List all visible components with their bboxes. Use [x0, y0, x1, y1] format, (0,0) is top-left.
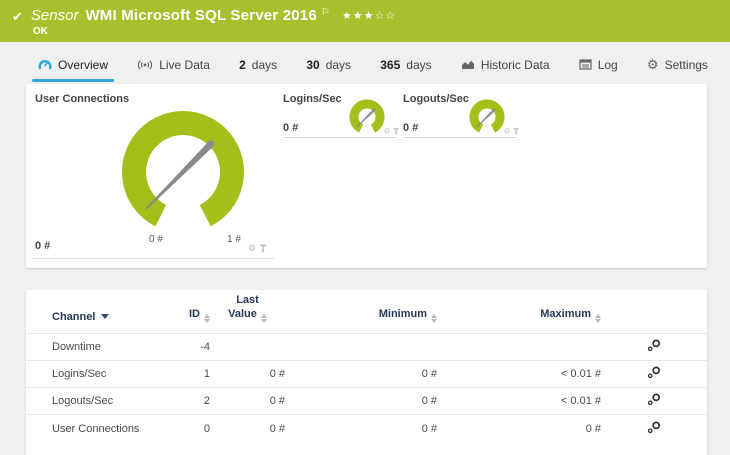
channels-table: Channel ID Last Value Minimum Maximum Do…: [26, 290, 707, 442]
primary-gauge-value: 0 #: [35, 240, 51, 252]
table-row: Downtime -4: [26, 333, 707, 361]
sort-caret-icon: [101, 314, 110, 320]
channel-id: 0: [146, 414, 210, 442]
channel-last-value: [210, 333, 285, 361]
col-header-maximum[interactable]: Maximum: [437, 290, 601, 334]
priority-stars[interactable]: ★★★☆☆: [342, 9, 396, 22]
logouts-gauge-value: 0 #: [403, 122, 419, 134]
channel-last-value: 0 #: [210, 360, 285, 388]
logins-gauge-title: Logins/Sec: [283, 93, 342, 105]
tab-30-days[interactable]: 30 days: [298, 53, 359, 80]
pin-icon[interactable]: [259, 244, 267, 253]
tab-live-data[interactable]: Live Data: [129, 53, 218, 80]
channel-minimum: 0 #: [285, 387, 437, 415]
status-check-icon: ✔: [12, 9, 23, 24]
pin-icon[interactable]: [513, 128, 520, 136]
channel-maximum: < 0.01 #: [437, 360, 601, 388]
channel-settings-icon[interactable]: [647, 421, 661, 434]
pin-icon[interactable]: [393, 128, 400, 136]
table-row: User Connections 0 0 # 0 # 0 #: [26, 414, 707, 442]
channel-minimum: 0 #: [285, 360, 437, 388]
channel-maximum: 0 #: [437, 414, 601, 442]
table-row: Logouts/Sec 2 0 # 0 # < 0.01 #: [26, 387, 707, 415]
tab-log[interactable]: Log: [571, 53, 626, 80]
flag-icon[interactable]: ⚐: [321, 7, 330, 18]
channel-last-value: 0 #: [210, 387, 285, 415]
logouts-gauge-tools: ⚙: [503, 127, 520, 136]
broadcast-icon: [138, 59, 153, 70]
sort-icon: [260, 313, 267, 324]
channel-maximum: [437, 333, 601, 361]
tab-365-days[interactable]: 365 days: [372, 53, 439, 80]
channel-maximum: < 0.01 #: [437, 387, 601, 415]
col-header-tools: [601, 290, 707, 334]
sensor-title: WMI Microsoft SQL Server 2016: [85, 7, 317, 24]
logins-gauge-tools: ⚙: [383, 127, 400, 136]
sort-icon: [204, 313, 210, 324]
channel-minimum: 0 #: [285, 414, 437, 442]
log-icon: [579, 59, 592, 70]
col-header-id[interactable]: ID: [146, 290, 210, 334]
channels-panel: Channel ID Last Value Minimum Maximum Do…: [26, 290, 707, 455]
tab-bar: Overview Live Data 2 days 30 days 365 days …: [30, 52, 716, 82]
channel-last-value: 0 #: [210, 414, 285, 442]
gear-icon[interactable]: ⚙: [248, 244, 256, 253]
gear-icon[interactable]: ⚙: [503, 127, 510, 136]
gear-icon[interactable]: ⚙: [383, 127, 390, 136]
divider: [283, 137, 397, 138]
tab-settings[interactable]: ⚙ Settings: [639, 53, 716, 80]
logins-gauge: [349, 99, 385, 133]
channel-name[interactable]: User Connections: [26, 414, 146, 442]
sensor-header: ✔ Sensor WMI Microsoft SQL Server 2016 ⚐…: [0, 0, 730, 42]
primary-gauge-tools: ⚙: [248, 244, 267, 253]
primary-gauge-title: User Connections: [35, 93, 130, 105]
channel-name[interactable]: Logouts/Sec: [26, 387, 146, 415]
gauge-icon: [38, 60, 52, 70]
col-header-channel[interactable]: Channel: [26, 290, 146, 334]
col-header-last-value[interactable]: Last Value: [210, 290, 285, 334]
channel-id: 2: [146, 387, 210, 415]
tab-overview[interactable]: Overview: [30, 53, 116, 82]
tab-2-days[interactable]: 2 days: [231, 53, 285, 80]
area-chart-icon: [461, 60, 474, 69]
channel-settings-icon[interactable]: [647, 339, 661, 352]
sensor-type-label: Sensor: [30, 7, 79, 24]
gauges-panel: User Connections 0 # 1 # 0 # ⚙ Logins/Se…: [26, 84, 707, 268]
channel-settings-icon[interactable]: [647, 366, 661, 379]
status-badge: OK: [32, 26, 48, 37]
primary-gauge-scale-min: 0 #: [149, 234, 163, 245]
channel-settings-icon[interactable]: [647, 393, 661, 406]
logins-gauge-value: 0 #: [283, 122, 299, 134]
sort-icon: [595, 313, 601, 324]
table-row: Logins/Sec 1 0 # 0 # < 0.01 #: [26, 360, 707, 388]
channel-minimum: [285, 333, 437, 361]
logouts-gauge-title: Logouts/Sec: [403, 93, 470, 105]
gear-icon: ⚙: [646, 57, 659, 72]
tab-historic-data[interactable]: Historic Data: [453, 53, 558, 80]
col-header-minimum[interactable]: Minimum: [285, 290, 437, 334]
divider: [403, 137, 517, 138]
channel-name[interactable]: Logins/Sec: [26, 360, 146, 388]
channel-id: 1: [146, 360, 210, 388]
logouts-gauge: [469, 99, 505, 133]
channel-id: -4: [146, 333, 210, 361]
channel-name[interactable]: Downtime: [26, 333, 146, 361]
divider: [32, 258, 274, 259]
user-connections-gauge: [122, 111, 244, 227]
sort-icon: [431, 313, 437, 324]
